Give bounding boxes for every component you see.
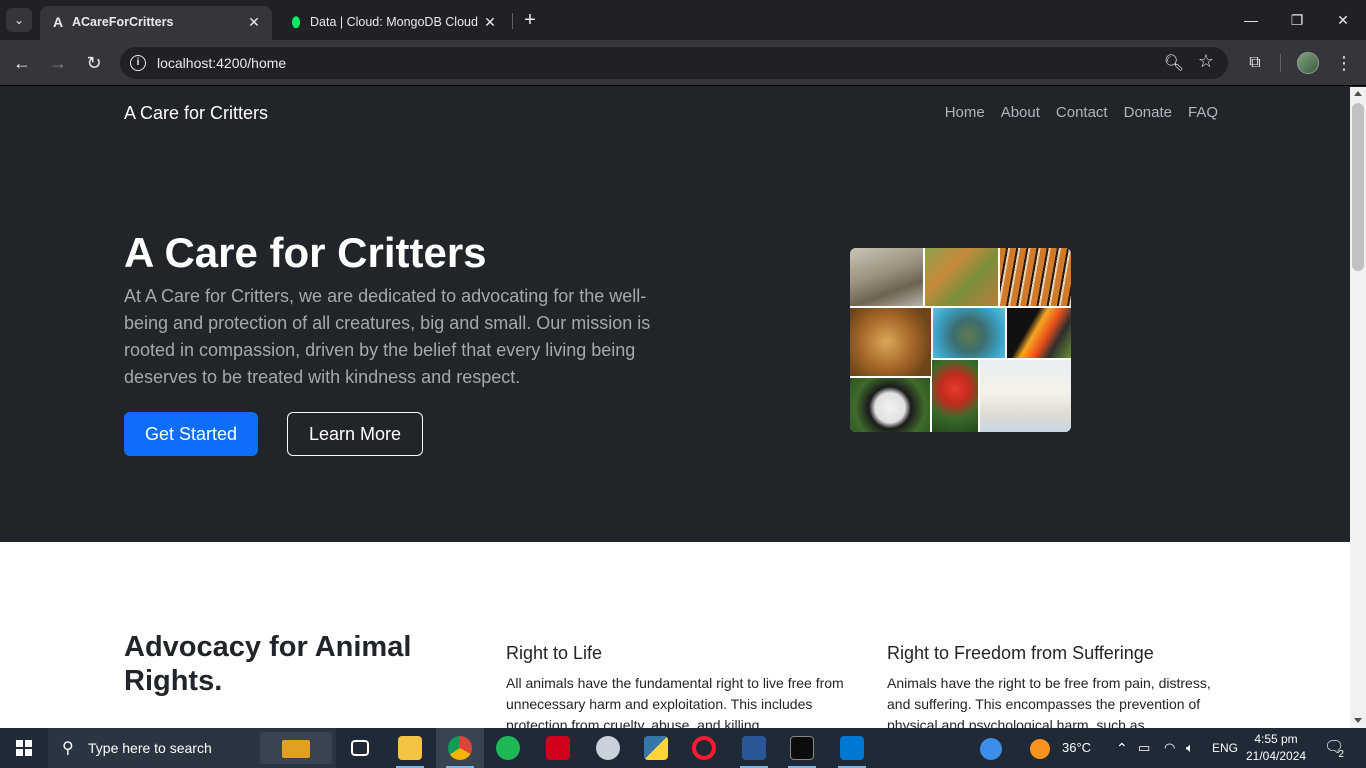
- feature-freedom-from-suffering: Right to Freedom from Sufferinge Animals…: [887, 643, 1227, 728]
- help-icon[interactable]: [980, 728, 1002, 768]
- chrome-icon[interactable]: [436, 728, 484, 768]
- tiger-photo: [1000, 248, 1071, 306]
- page-scrollbar[interactable]: [1350, 87, 1366, 728]
- file-explorer-icon[interactable]: [386, 728, 434, 768]
- battery-icon[interactable]: ▭: [1138, 728, 1150, 768]
- scroll-down-icon[interactable]: [1354, 718, 1362, 723]
- search-placeholder: Type here to search: [88, 740, 212, 756]
- tab-title: Data | Cloud: MongoDB Cloud: [310, 15, 478, 29]
- windows-start-icon[interactable]: [16, 740, 32, 756]
- tab-acareforcritters[interactable]: A ACareForCritters ✕: [40, 6, 272, 40]
- word-icon[interactable]: [730, 728, 778, 768]
- nav-contact[interactable]: Contact: [1056, 104, 1108, 121]
- zoom-icon[interactable]: 🔍︎: [1164, 53, 1184, 73]
- volume-icon[interactable]: 🔈︎: [1186, 728, 1194, 768]
- minimize-button[interactable]: —: [1228, 0, 1274, 40]
- giraffe-photo: [925, 248, 998, 306]
- main-nav: Home About Contact Donate FAQ: [945, 104, 1218, 121]
- extensions-icon[interactable]: ⧉: [1242, 49, 1268, 77]
- search-icon: ⚲: [62, 740, 74, 757]
- address-bar[interactable]: i localhost:4200/home 🔍︎ ☆: [120, 47, 1228, 79]
- notifications-icon[interactable]: 🗨︎2: [1322, 728, 1352, 768]
- close-window-button[interactable]: ✕: [1320, 0, 1366, 40]
- vscode-icon[interactable]: [828, 728, 876, 768]
- url-text[interactable]: localhost:4200/home: [157, 55, 286, 71]
- tab-title: ACareForCritters: [72, 15, 174, 29]
- wolf-photo: [850, 248, 923, 306]
- garena-icon[interactable]: [534, 728, 582, 768]
- mongodb-leaf-icon: ⬮: [291, 14, 301, 30]
- weather-icon[interactable]: [1030, 728, 1050, 768]
- tab-separator: [512, 13, 513, 29]
- animal-collage-image: [850, 248, 1071, 432]
- opera-icon[interactable]: [680, 728, 728, 768]
- taskbar-search[interactable]: ⚲ Type here to search: [48, 728, 336, 768]
- reload-button[interactable]: ↻: [80, 49, 108, 77]
- panda-photo: [850, 378, 930, 432]
- language-indicator[interactable]: ENG: [1212, 728, 1238, 768]
- angular-icon: A: [52, 14, 64, 30]
- clock-date: 21/04/2024: [1246, 749, 1307, 763]
- clock-time: 4:55 pm: [1254, 732, 1298, 746]
- python-icon[interactable]: [632, 728, 680, 768]
- profile-avatar[interactable]: [1297, 52, 1319, 74]
- show-hidden-icons[interactable]: ⌃: [1116, 728, 1128, 768]
- tab-mongodb[interactable]: ⬮ Data | Cloud: MongoDB Cloud ✕: [278, 6, 508, 40]
- weather-temp[interactable]: 36°C: [1062, 728, 1091, 768]
- back-button[interactable]: ←: [8, 49, 36, 77]
- get-started-button[interactable]: Get Started: [124, 412, 258, 456]
- feature-text: All animals have the fundamental right t…: [506, 675, 844, 728]
- navbar-brand[interactable]: A Care for Critters: [124, 103, 268, 124]
- toucan-photo: [1007, 308, 1071, 358]
- hero-title: A Care for Critters: [124, 229, 487, 276]
- new-tab-button[interactable]: +: [518, 8, 542, 32]
- terminal-icon[interactable]: [778, 728, 826, 768]
- browser-toolbar: ← → ↻ i localhost:4200/home 🔍︎ ☆ ⧉ ⋮: [0, 40, 1366, 86]
- forward-button[interactable]: →: [44, 49, 72, 77]
- clock[interactable]: 4:55 pm 21/04/2024: [1246, 731, 1306, 765]
- feature-title: Right to Freedom from Sufferinge: [887, 643, 1154, 663]
- feature-title: Right to Life: [506, 643, 603, 663]
- page-viewport: A Care for Critters Home About Contact D…: [0, 87, 1350, 728]
- close-icon[interactable]: ✕: [480, 12, 500, 32]
- feature-text: Animals have the right to be free from p…: [887, 675, 1211, 728]
- tab-strip: ⌄ A ACareForCritters ✕ ⬮ Data | Cloud: M…: [0, 0, 1366, 40]
- browser-menu-icon[interactable]: ⋮: [1332, 49, 1356, 77]
- nav-home[interactable]: Home: [945, 104, 985, 121]
- nav-donate[interactable]: Donate: [1124, 104, 1172, 121]
- bookmark-star-icon[interactable]: ☆: [1198, 51, 1214, 72]
- hero-section: A Care for Critters Home About Contact D…: [0, 87, 1350, 542]
- feature-right-to-life: Right to Life All animals have the funda…: [506, 643, 846, 728]
- snipping-tool-icon[interactable]: [584, 728, 632, 768]
- sea-turtle-photo: [933, 308, 1005, 358]
- scrollbar-thumb[interactable]: [1352, 103, 1364, 271]
- learn-more-button[interactable]: Learn More: [287, 412, 423, 456]
- poison-dart-frog-photo: [932, 360, 978, 432]
- tab-search-button[interactable]: ⌄: [6, 8, 32, 32]
- restore-button[interactable]: ❐: [1274, 0, 1320, 40]
- hero-description: At A Care for Critters, we are dedicated…: [124, 286, 651, 387]
- site-info-icon[interactable]: i: [130, 55, 146, 71]
- task-view-icon[interactable]: [336, 728, 384, 768]
- briefcase-icon: [260, 732, 332, 764]
- nav-faq[interactable]: FAQ: [1188, 104, 1218, 121]
- nav-about[interactable]: About: [1001, 104, 1040, 121]
- lion-photo: [850, 308, 931, 376]
- wifi-icon[interactable]: ◠: [1164, 728, 1175, 768]
- close-icon[interactable]: ✕: [244, 12, 264, 32]
- spotify-icon[interactable]: [484, 728, 532, 768]
- polar-bears-photo: [980, 360, 1071, 432]
- windows-taskbar: ⚲ Type here to search 36°C ⌃ ▭ ◠ 🔈︎ ENG …: [0, 728, 1366, 768]
- scroll-up-icon[interactable]: [1354, 91, 1362, 96]
- notification-count: 2: [1338, 749, 1344, 760]
- advocacy-title: Advocacy for Animal Rights.: [124, 631, 412, 697]
- toolbar-separator: [1280, 54, 1281, 72]
